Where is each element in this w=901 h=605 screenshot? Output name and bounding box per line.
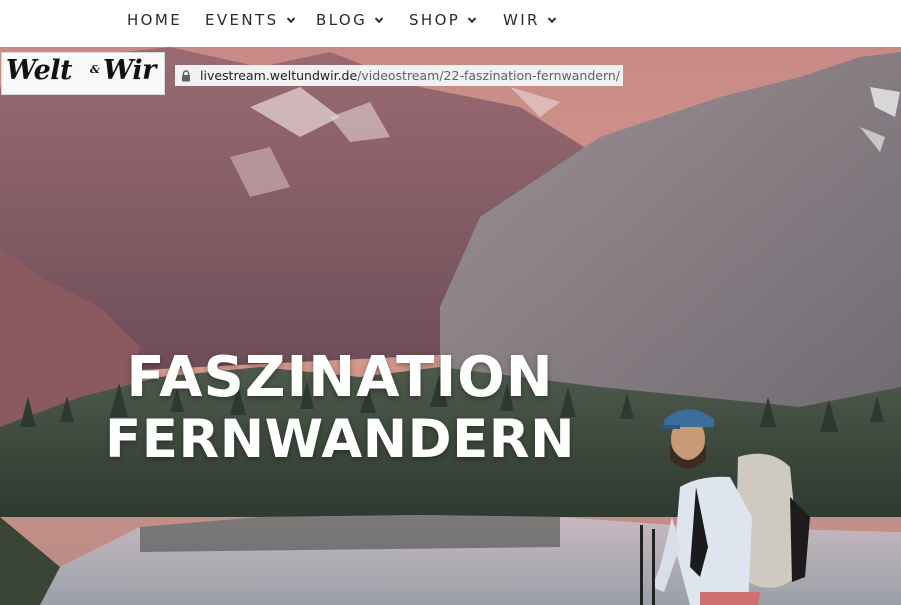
logo-word-wir: Wir (103, 55, 156, 86)
hero-title-line-1: FASZINATION (126, 345, 554, 410)
hero-title-line-2: FERNWANDERN (105, 409, 575, 470)
site-logo[interactable]: Welt & Wir (1, 52, 165, 95)
chevron-down-icon (286, 15, 296, 25)
nav-item-label: BLOG (316, 11, 368, 29)
chevron-down-icon (374, 15, 384, 25)
chevron-down-icon (467, 15, 477, 25)
nav-item-label: SHOP (409, 11, 461, 29)
url-path: /videostream/22-faszination-fernwandern/ (357, 68, 621, 83)
logo-ampersand: & (90, 63, 100, 76)
logo-word-welt: Welt (6, 55, 73, 86)
nav-item-events[interactable]: EVENTS (205, 10, 296, 30)
chevron-down-icon (547, 15, 557, 25)
nav-item-label: EVENTS (205, 11, 279, 29)
nav-item-wir[interactable]: WIR (503, 10, 557, 30)
address-bar[interactable]: livestream.weltundwir.de/videostream/22-… (175, 65, 623, 86)
hero-banner: FASZINATION FERNWANDERN (0, 47, 901, 605)
url-host: livestream.weltundwir.de (200, 68, 358, 83)
lock-icon (181, 69, 191, 82)
nav-item-label: WIR (503, 11, 540, 29)
top-navigation: HOME EVENTS BLOG SHOP WIR (0, 0, 901, 47)
mountain-lake-hiker-image (0, 47, 901, 605)
nav-item-blog[interactable]: BLOG (316, 10, 384, 30)
nav-item-shop[interactable]: SHOP (409, 10, 477, 30)
nav-item-label: HOME (127, 11, 183, 29)
nav-item-home[interactable]: HOME (127, 10, 182, 30)
